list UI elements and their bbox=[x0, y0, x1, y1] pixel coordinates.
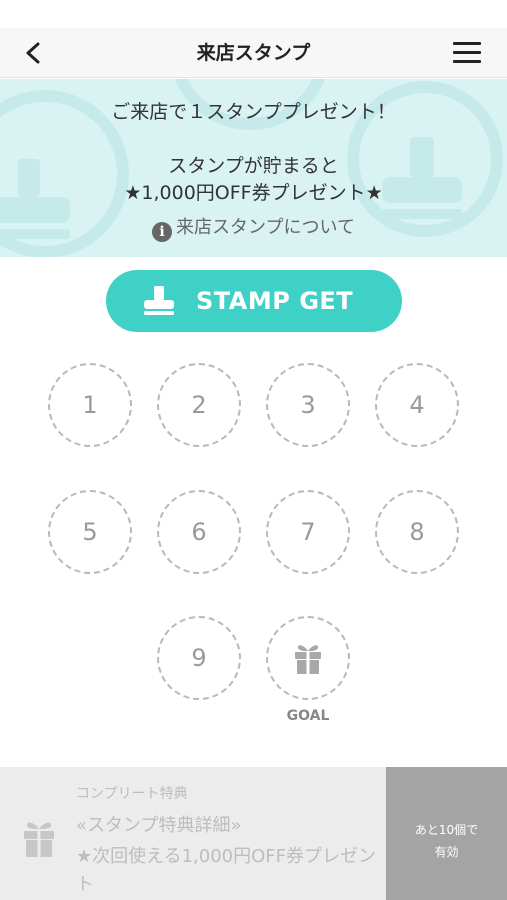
stamp-get-label: STAMP GET bbox=[196, 287, 354, 315]
reward-caption: コンプリート特典 bbox=[76, 786, 188, 802]
stamp-slot-7: 7 bbox=[266, 490, 350, 574]
banner-headline: ご来店で１スタンププレゼント！ bbox=[111, 101, 396, 123]
gift-icon bbox=[295, 645, 321, 674]
page-title: 来店スタンプ bbox=[196, 42, 311, 64]
stamp-icon bbox=[144, 286, 174, 315]
stamp-slot-6: 6 bbox=[157, 490, 241, 574]
app-header: 来店スタンプ bbox=[0, 28, 507, 78]
stamp-slot-8: 8 bbox=[375, 490, 459, 574]
complete-reward-panel: コンプリート特典 «スタンプ特典詳細» ★次回使える1,000円OFF券プレゼン… bbox=[0, 767, 507, 900]
info-banner: ご来店で１スタンププレゼント！ スタンプが貯まると ★1,000円OFF券プレゼ… bbox=[0, 79, 507, 257]
reward-status-line2: 有効 bbox=[434, 845, 459, 859]
reward-status-line1: あと10個で bbox=[414, 823, 479, 837]
stamp-slot-4: 4 bbox=[375, 363, 459, 447]
about-stamp-label: 来店スタンプについて bbox=[176, 217, 355, 238]
status-bar bbox=[0, 0, 507, 28]
banner-text-2: ★1,000円OFF券プレゼント★ bbox=[124, 182, 383, 204]
stamp-get-button[interactable]: STAMP GET bbox=[106, 270, 402, 332]
hamburger-icon bbox=[453, 42, 481, 45]
menu-button[interactable] bbox=[453, 40, 483, 66]
about-stamp-link[interactable]: i 来店スタンプについて bbox=[0, 213, 507, 242]
stamp-slot-2: 2 bbox=[157, 363, 241, 447]
goal-label: GOAL bbox=[286, 708, 330, 724]
gift-icon bbox=[24, 822, 54, 857]
stamp-slot-1: 1 bbox=[48, 363, 132, 447]
stamp-slot-3: 3 bbox=[266, 363, 350, 447]
reward-status-button[interactable]: あと10個で 有効 bbox=[386, 767, 507, 900]
reward-title: «スタンプ特典詳細» bbox=[76, 815, 242, 836]
banner-text-1: スタンプが貯まると bbox=[168, 155, 339, 177]
stamp-slot-goal bbox=[266, 616, 350, 700]
stamp-slot-9: 9 bbox=[157, 616, 241, 700]
reward-description: ★次回使える1,000円OFF券プレゼント bbox=[76, 846, 377, 895]
info-icon: i bbox=[152, 222, 173, 242]
stamp-slot-5: 5 bbox=[48, 490, 132, 574]
